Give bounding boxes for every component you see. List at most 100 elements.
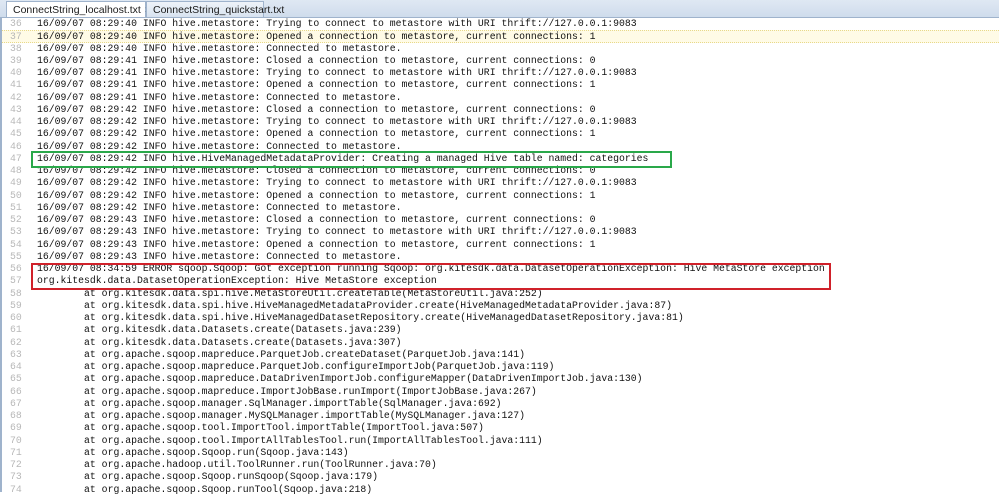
log-line[interactable]: 55 16/09/07 08:29:43 INFO hive.metastore:… [2,251,999,263]
line-text: 16/09/07 08:29:42 INFO hive.metastore: O… [37,189,596,201]
text-editor[interactable]: 36 16/09/07 08:29:40 INFO hive.metastore:… [0,18,999,495]
line-text: 16/09/07 08:34:59 ERROR sqoop.Sqoop: Got… [37,263,825,274]
line-number: 53 [10,226,22,238]
log-line[interactable]: 68 at org.apache.sqoop.manager.MySQLMana… [2,410,999,422]
log-line[interactable]: 50 16/09/07 08:29:42 INFO hive.metastore:… [2,190,999,202]
log-line[interactable]: 63 at org.apache.sqoop.mapreduce.Parquet… [2,349,999,361]
line-number: 38 [10,42,22,54]
log-line[interactable]: 47 16/09/07 08:29:42 INFO hive.HiveManage… [2,153,999,165]
line-text: at org.apache.sqoop.tool.ImportAllTables… [37,434,543,446]
line-text: 16/09/07 08:29:42 INFO hive.metastore: C… [37,103,596,115]
line-number: 68 [10,410,22,421]
log-line[interactable]: 72 at org.apache.hadoop.util.ToolRunner.… [2,459,999,471]
log-line[interactable]: 36 16/09/07 08:29:40 INFO hive.metastore:… [2,18,999,30]
line-number: 48 [10,165,22,176]
line-text: 16/09/07 08:29:40 INFO hive.metastore: C… [37,42,402,54]
line-number: 47 [10,152,22,164]
line-text: 16/09/07 08:29:40 INFO hive.metastore: T… [37,18,637,29]
line-number: 72 [10,459,22,470]
line-number: 52 [10,214,22,225]
tab-bar: ConnectString_localhost.txt× ConnectStri… [0,0,999,18]
line-text: at org.apache.sqoop.mapreduce.ParquetJob… [37,348,525,360]
line-text: at org.apache.sqoop.mapreduce.ParquetJob… [37,361,555,372]
line-text: 16/09/07 08:29:42 INFO hive.metastore: C… [37,165,596,176]
log-line[interactable]: 67 at org.apache.sqoop.manager.SqlManage… [2,398,999,410]
line-number: 40 [10,67,22,78]
line-number: 65 [10,373,22,385]
line-number: 54 [10,238,22,250]
line-number: 57 [10,275,22,287]
log-line[interactable]: 74 at org.apache.sqoop.Sqoop.runTool(Sqo… [2,484,999,496]
line-text: 16/09/07 08:29:43 INFO hive.metastore: T… [37,226,637,238]
log-line[interactable]: 53 16/09/07 08:29:43 INFO hive.metastore:… [2,226,999,238]
line-number: 43 [10,103,22,115]
line-text: 16/09/07 08:29:42 INFO hive.metastore: T… [37,116,637,127]
line-number: 51 [10,201,22,213]
line-number: 60 [10,312,22,323]
line-number: 67 [10,397,22,409]
line-text: 16/09/07 08:29:41 INFO hive.metastore: O… [37,79,596,91]
log-line[interactable]: 71 at org.apache.sqoop.Sqoop.run(Sqoop.j… [2,447,999,459]
line-text: 16/09/07 08:29:42 INFO hive.metastore: C… [37,140,402,152]
line-number: 39 [10,54,22,66]
line-number: 61 [10,324,22,336]
log-line[interactable]: 43 16/09/07 08:29:42 INFO hive.metastore:… [2,104,999,116]
log-line[interactable]: 69 at org.apache.sqoop.tool.ImportTool.i… [2,422,999,434]
line-number: 50 [10,189,22,201]
line-number: 62 [10,336,22,348]
line-number: 70 [10,434,22,446]
line-text: at org.kitesdk.data.Datasets.create(Data… [37,324,402,336]
tab-connectstring-quickstart[interactable]: ConnectString_quickstart.txt [146,1,284,17]
line-text: at org.apache.sqoop.tool.ImportTool.impo… [37,422,484,434]
log-line[interactable]: 58 at org.kitesdk.data.spi.hive.MetaStor… [2,288,999,300]
line-number: 44 [10,116,22,127]
line-number: 58 [10,287,22,299]
log-line[interactable]: 52 16/09/07 08:29:43 INFO hive.metastore:… [2,214,999,226]
log-line[interactable]: 44 16/09/07 08:29:42 INFO hive.metastore:… [2,116,999,128]
line-text: 16/09/07 08:29:41 INFO hive.metastore: C… [37,91,402,103]
line-number: 49 [10,177,22,189]
log-line[interactable]: 60 at org.kitesdk.data.spi.hive.HiveMana… [2,312,999,324]
line-text: at org.kitesdk.data.spi.hive.MetaStoreUt… [37,287,543,299]
log-line[interactable]: 64 at org.apache.sqoop.mapreduce.Parquet… [2,361,999,373]
line-text: at org.kitesdk.data.Datasets.create(Data… [37,336,402,348]
log-line[interactable]: 51 16/09/07 08:29:42 INFO hive.metastore:… [2,202,999,214]
log-line[interactable]: 48 16/09/07 08:29:42 INFO hive.metastore:… [2,165,999,177]
line-text: at org.apache.sqoop.mapreduce.ImportJobB… [37,385,537,397]
line-text: at org.apache.sqoop.manager.SqlManager.i… [37,397,502,409]
log-line[interactable]: 70 at org.apache.sqoop.tool.ImportAllTab… [2,435,999,447]
log-line[interactable]: 65 at org.apache.sqoop.mapreduce.DataDri… [2,373,999,385]
line-text: 16/09/07 08:29:42 INFO hive.HiveManagedM… [37,152,649,164]
log-line[interactable]: 59 at org.kitesdk.data.spi.hive.HiveMana… [2,300,999,312]
log-line[interactable]: 54 16/09/07 08:29:43 INFO hive.metastore:… [2,239,999,251]
line-number: 64 [10,361,22,372]
line-number: 42 [10,91,22,103]
log-line[interactable]: 49 16/09/07 08:29:42 INFO hive.metastore:… [2,177,999,189]
log-line[interactable]: 38 16/09/07 08:29:40 INFO hive.metastore:… [2,43,999,55]
log-line[interactable]: 56 16/09/07 08:34:59 ERROR sqoop.Sqoop: G… [2,263,999,275]
line-number: 66 [10,385,22,397]
log-line[interactable]: 66 at org.apache.sqoop.mapreduce.ImportJ… [2,386,999,398]
line-text: org.kitesdk.data.DatasetOperationExcepti… [37,275,437,287]
tab-label: ConnectString_localhost.txt [13,4,141,16]
log-line[interactable]: 42 16/09/07 08:29:41 INFO hive.metastore:… [2,92,999,104]
line-number: 56 [10,263,22,274]
log-line[interactable]: 57 org.kitesdk.data.DatasetOperationExcep… [2,275,999,287]
log-line[interactable]: 41 16/09/07 08:29:41 INFO hive.metastore:… [2,79,999,91]
line-number: 73 [10,471,22,483]
log-line[interactable]: 39 16/09/07 08:29:41 INFO hive.metastore:… [2,55,999,67]
log-line[interactable]: 61 at org.kitesdk.data.Datasets.create(D… [2,324,999,336]
line-text: at org.apache.sqoop.Sqoop.run(Sqoop.java… [37,446,349,458]
log-line[interactable]: 37 16/09/07 08:29:40 INFO hive.metastore:… [2,30,999,43]
line-text: at org.apache.sqoop.manager.MySQLManager… [37,410,525,421]
log-line[interactable]: 73 at org.apache.sqoop.Sqoop.runSqoop(Sq… [2,471,999,483]
line-text: at org.apache.sqoop.Sqoop.runTool(Sqoop.… [37,483,373,495]
log-line[interactable]: 46 16/09/07 08:29:42 INFO hive.metastore:… [2,141,999,153]
log-line[interactable]: 40 16/09/07 08:29:41 INFO hive.metastore:… [2,67,999,79]
line-text: 16/09/07 08:29:42 INFO hive.metastore: T… [37,177,637,189]
tab-connectstring-localhost[interactable]: ConnectString_localhost.txt× [6,1,151,17]
log-line[interactable]: 62 at org.kitesdk.data.Datasets.create(D… [2,337,999,349]
line-text: 16/09/07 08:29:41 INFO hive.metastore: T… [37,67,637,78]
log-line[interactable]: 45 16/09/07 08:29:42 INFO hive.metastore:… [2,128,999,140]
line-number: 46 [10,140,22,152]
